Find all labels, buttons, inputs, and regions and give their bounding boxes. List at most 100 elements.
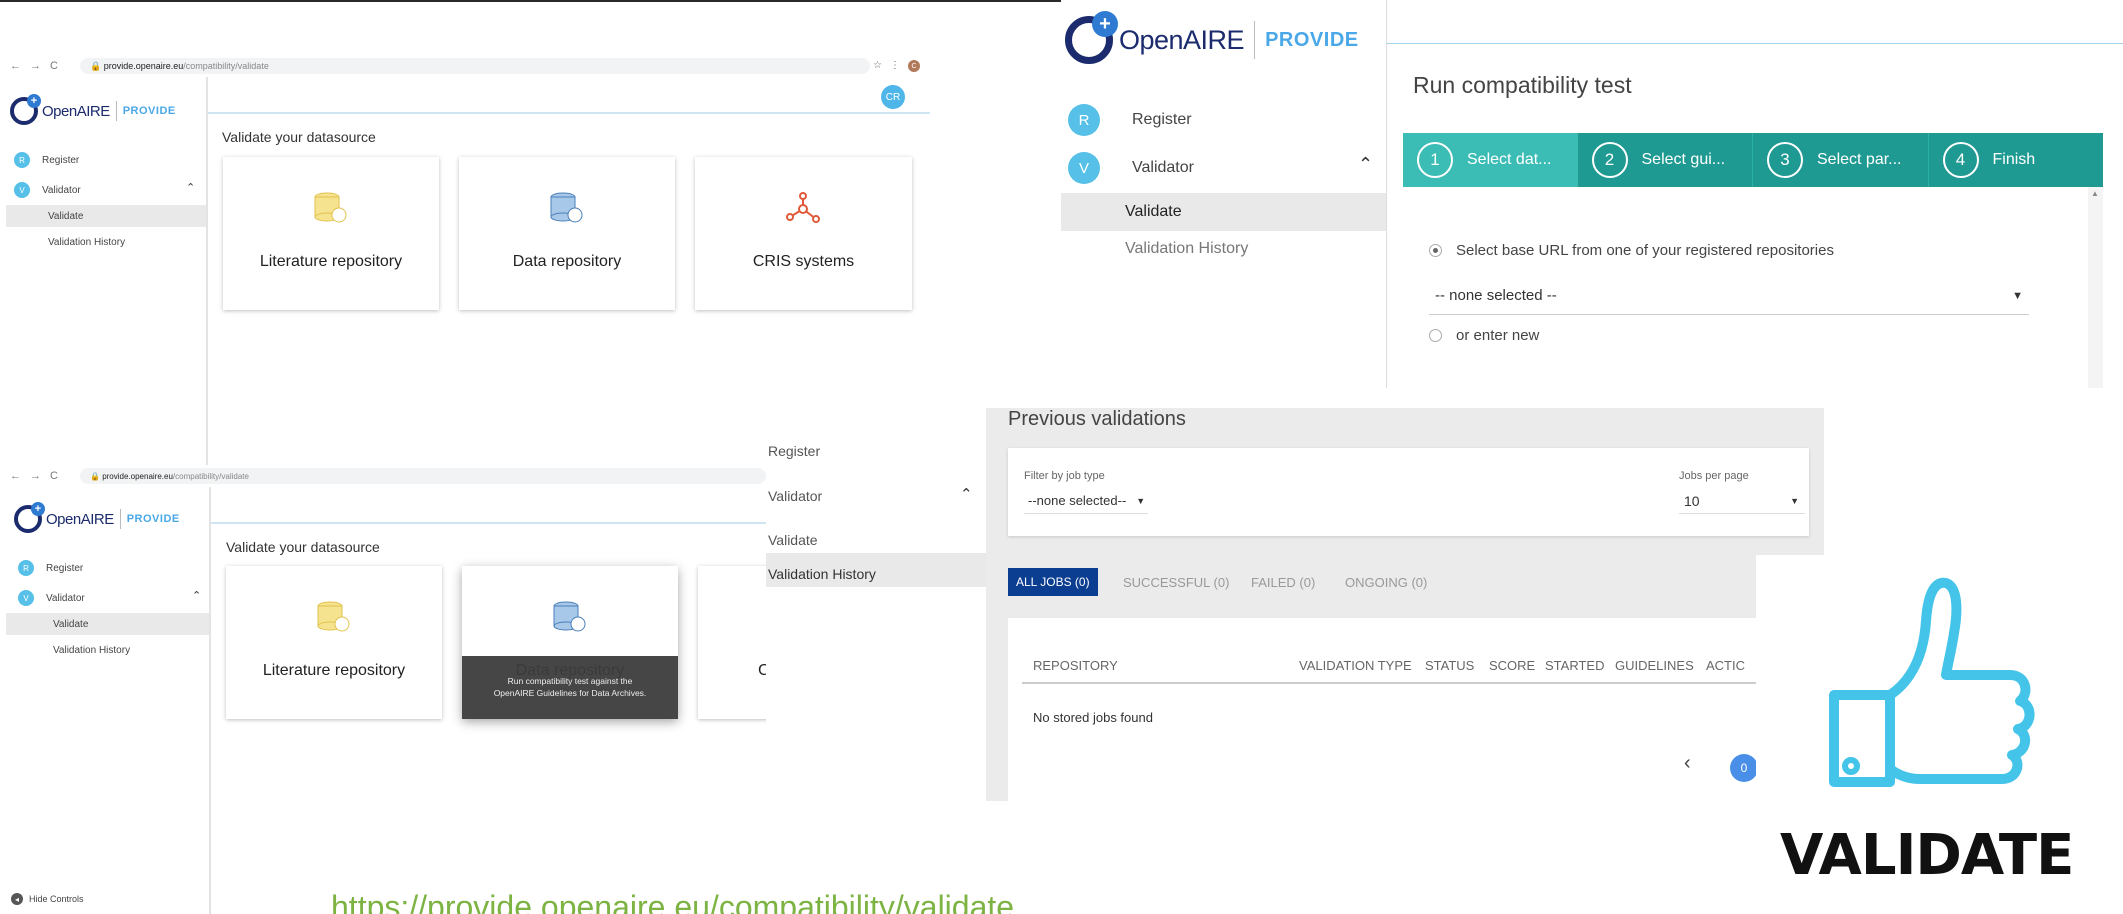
tab-all-jobs[interactable]: ALL JOBS (0) xyxy=(1008,568,1098,596)
sidebar-item-validate[interactable]: Validate xyxy=(768,532,818,548)
card-literature[interactable]: Literature repository xyxy=(226,566,442,719)
jobs-label: Jobs per page xyxy=(1679,470,1749,482)
card-label: Literature repository xyxy=(262,662,406,679)
tooltip: Run compatibility test against the OpenA… xyxy=(462,656,678,719)
dropdown-arrow-icon: ▼ xyxy=(1136,495,1146,506)
sidebar-item-validate[interactable]: Validate xyxy=(6,613,210,635)
sidebar-item-validator[interactable]: Validator xyxy=(768,488,822,504)
sidebar-item-history[interactable]: Validation History xyxy=(1125,238,1248,260)
footer-url[interactable]: https://provide.openaire.eu/compatibilit… xyxy=(331,889,1014,914)
star-icon[interactable]: ☆ xyxy=(873,60,882,72)
sidebar-item-validate[interactable]: Validate xyxy=(1061,193,1386,231)
browser-bar: ← → C 🔒 provide.openaire.eu/compatibility/… xyxy=(0,55,930,77)
sidebar-item-history[interactable]: Validation History xyxy=(766,553,986,587)
hide-controls[interactable]: ◂ Hide Controls xyxy=(11,893,84,905)
sidebar-item-validator[interactable]: V Validator xyxy=(14,181,81,199)
forward-icon[interactable]: → xyxy=(30,60,41,72)
card-data-hovered[interactable]: Data repository Run compatibility test a… xyxy=(462,566,678,719)
browser-bar: ← → C 🔒 provide.openaire.eu/compatibility/… xyxy=(0,465,766,487)
empty-message: No stored jobs found xyxy=(1033,710,1153,725)
lock-icon: 🔒 xyxy=(90,471,103,481)
thumbs-up-icon xyxy=(1829,577,2035,787)
card-data[interactable]: Data repository xyxy=(459,157,675,310)
col-validation-type: VALIDATION TYPE xyxy=(1299,658,1412,673)
card-label: Data repository xyxy=(512,253,622,270)
address-bar[interactable]: 🔒 provide.openaire.eu/compatibility/vali… xyxy=(80,468,766,484)
filter-label: Filter by job type xyxy=(1024,470,1105,482)
step-1[interactable]: 1 Select dat... xyxy=(1403,133,1578,187)
history-sidebar-panel: Register Validator ⌃ Validate Validation… xyxy=(766,430,986,590)
step-2[interactable]: 2 Select gui... xyxy=(1577,133,1752,187)
sidebar-item-register[interactable]: R Register xyxy=(1068,104,1192,136)
card-label: C xyxy=(758,662,766,679)
sidebar: R Register V Validator ⌃ Validate Validati… xyxy=(0,553,210,893)
col-status: STATUS xyxy=(1425,658,1475,673)
sidebar-item-history[interactable]: Validation History xyxy=(48,233,125,251)
tab-failed[interactable]: FAILED (0) xyxy=(1251,575,1315,590)
validate-graphic-panel: VALIDATE xyxy=(1756,555,2123,914)
card-cris[interactable]: CRIS systems xyxy=(695,157,912,310)
previous-validations-panel: Previous validations Filter by job type … xyxy=(986,408,1824,801)
dropdown-arrow-icon: ▼ xyxy=(1790,495,1799,506)
filter-box: Filter by job type --none selected-- ▼ Jo… xyxy=(1008,448,1809,536)
card-literature[interactable]: Literature repository xyxy=(223,157,439,310)
menu-icon[interactable]: ⋮ xyxy=(890,60,900,72)
header-line xyxy=(1387,43,2123,44)
chevron-up-icon[interactable]: ⌃ xyxy=(192,589,201,602)
chevron-up-icon[interactable]: ⌃ xyxy=(1358,154,1373,175)
header-divider xyxy=(1022,682,1824,684)
prev-page-button[interactable]: ‹ xyxy=(1684,752,1691,775)
page-title: Validate your datasource xyxy=(226,539,380,555)
top-border xyxy=(0,0,1061,2)
card-cris[interactable]: C xyxy=(698,566,766,719)
col-repository: REPOSITORY xyxy=(1033,658,1118,673)
scroll-up-icon[interactable]: ▲ xyxy=(2091,189,2099,198)
sidebar-item-validator[interactable]: V Validator xyxy=(18,589,85,607)
wizard-steps: 1 Select dat... 2 Select gui... 3 Select pa… xyxy=(1403,133,2103,187)
hide-controls-icon: ◂ xyxy=(11,893,23,905)
reload-icon[interactable]: C xyxy=(50,470,58,482)
enter-new-option[interactable]: or enter new xyxy=(1429,327,1539,344)
sidebar-item-register[interactable]: Register xyxy=(768,443,820,459)
radio-new[interactable] xyxy=(1429,329,1442,342)
jobs-table: REPOSITORY VALIDATION TYPE STATUS SCORE … xyxy=(1008,618,1824,801)
openaire-logo[interactable]: + OpenAIRE PROVIDE xyxy=(14,501,180,537)
jobs-per-page-select[interactable]: 10 ▼ xyxy=(1679,488,1805,514)
step-3[interactable]: 3 Select par... xyxy=(1752,133,1928,187)
reload-icon[interactable]: C xyxy=(50,60,58,72)
database-icon xyxy=(553,601,586,632)
step-4[interactable]: 4 Finish xyxy=(1927,133,2103,187)
job-type-select[interactable]: --none selected-- ▼ xyxy=(1024,488,1148,514)
wizard-title: Run compatibility test xyxy=(1413,72,1632,98)
registered-option[interactable]: Select base URL from one of your registe… xyxy=(1429,242,1834,259)
col-score: SCORE xyxy=(1489,658,1536,673)
database-icon xyxy=(550,192,583,223)
col-started: STARTED xyxy=(1545,658,1605,673)
radio-registered[interactable] xyxy=(1429,244,1442,257)
wizard-panel: Run compatibility test 1 Select dat... 2S… xyxy=(1386,0,2123,388)
scrollbar[interactable]: ▲ xyxy=(2088,187,2103,388)
openaire-logo[interactable]: + OpenAIRE PROVIDE xyxy=(1065,11,1359,68)
user-avatar[interactable]: CR xyxy=(881,85,905,109)
sidebar-item-register[interactable]: R Register xyxy=(18,559,83,577)
sidebar-item-history[interactable]: Validation History xyxy=(53,641,130,659)
sidebar-zoom-panel: + OpenAIRE PROVIDE R Register V Validator … xyxy=(1061,0,1386,280)
profile-avatar[interactable]: C xyxy=(908,60,920,72)
page-number[interactable]: 0 xyxy=(1730,754,1758,782)
address-bar[interactable]: 🔒 provide.openaire.eu/compatibility/vali… xyxy=(80,58,870,74)
chevron-up-icon[interactable]: ⌃ xyxy=(186,181,195,194)
back-icon[interactable]: ← xyxy=(10,60,21,72)
tab-successful[interactable]: SUCCESSFUL (0) xyxy=(1123,575,1229,590)
openaire-logo[interactable]: + OpenAIRE PROVIDE xyxy=(10,93,176,129)
network-icon xyxy=(786,192,820,223)
wizard-content: Select base URL from one of your registe… xyxy=(1403,187,2088,388)
lock-icon: 🔒 xyxy=(90,60,104,71)
back-icon[interactable]: ← xyxy=(10,470,21,482)
chevron-up-icon[interactable]: ⌃ xyxy=(960,485,973,503)
tab-ongoing[interactable]: ONGOING (0) xyxy=(1345,575,1427,590)
sidebar-item-register[interactable]: R Register xyxy=(14,151,79,169)
forward-icon[interactable]: → xyxy=(30,470,41,482)
repository-select[interactable]: -- none selected -- ▼ xyxy=(1429,277,2029,315)
sidebar-item-validator[interactable]: V Validator xyxy=(1068,152,1194,184)
sidebar-item-validate[interactable]: Validate xyxy=(6,205,208,227)
